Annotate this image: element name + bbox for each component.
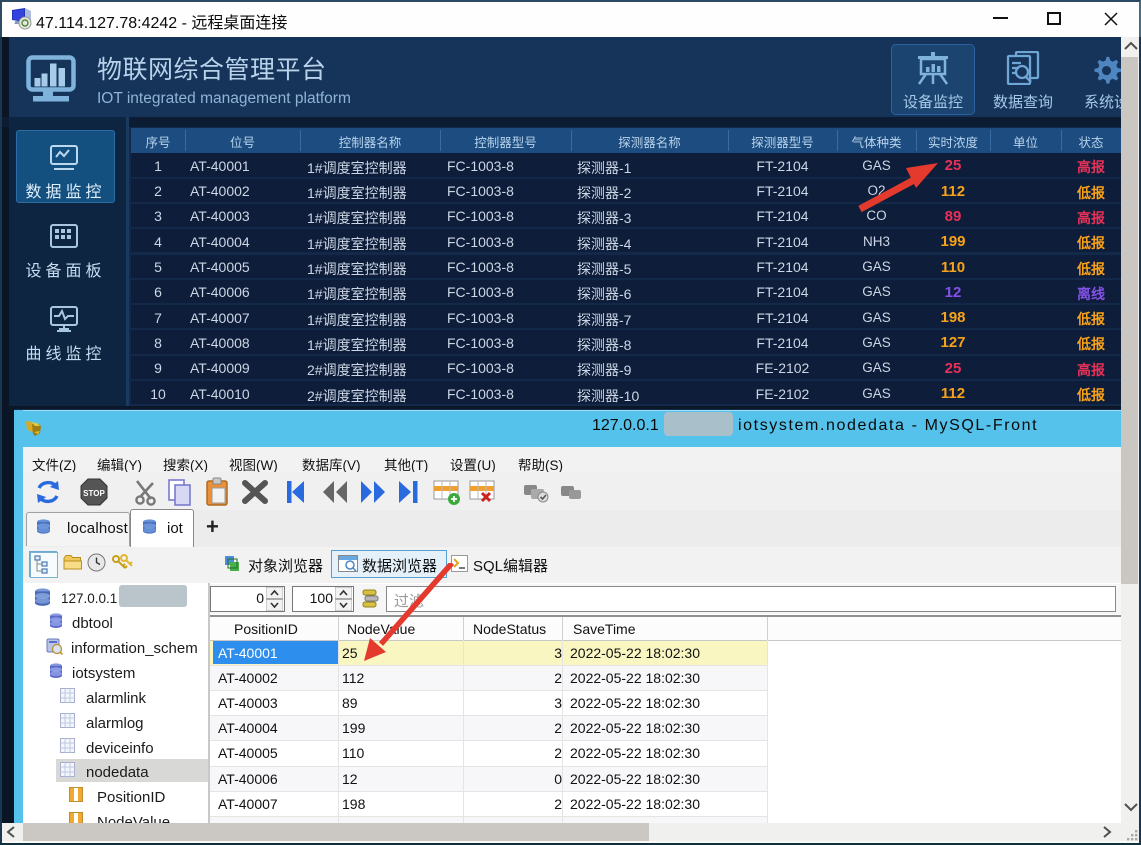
svg-text:STOP: STOP [83, 489, 105, 498]
